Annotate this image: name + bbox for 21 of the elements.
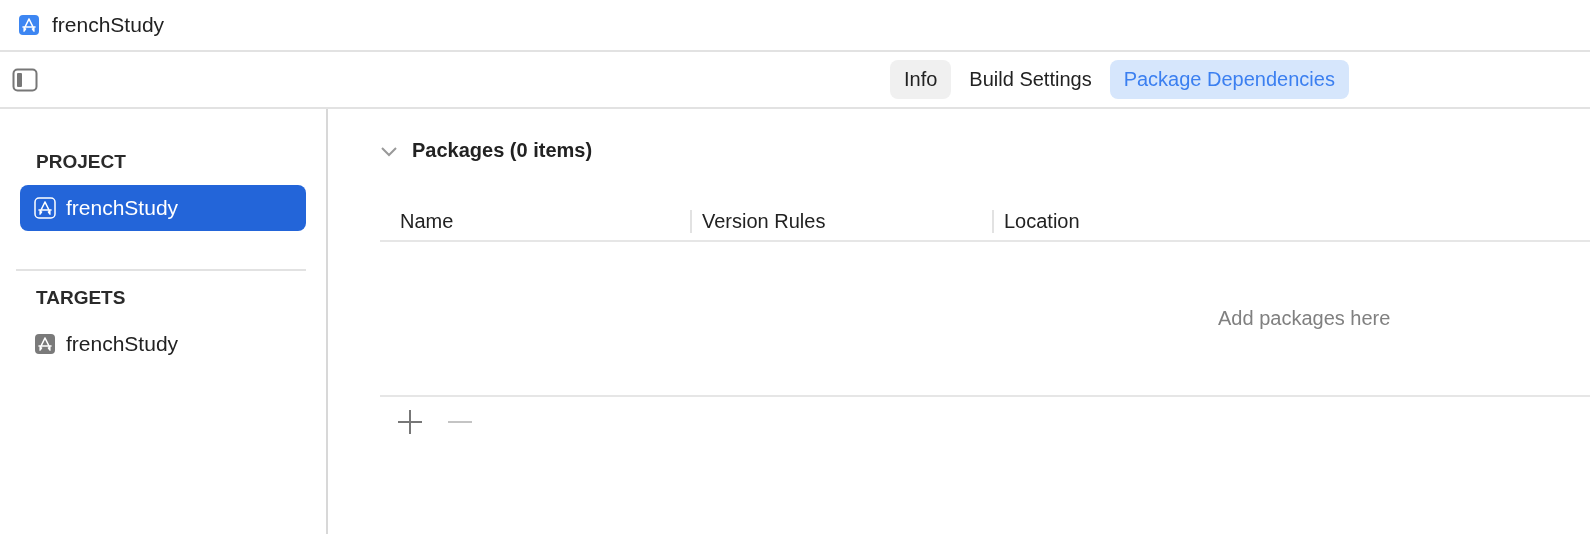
- tab[interactable]: Info: [890, 60, 952, 99]
- plus-icon: [396, 408, 424, 436]
- column-header[interactable]: Name: [380, 209, 690, 233]
- item-label: frenchStudy: [66, 196, 179, 220]
- app-icon: [34, 197, 56, 219]
- sidebar-toggle-icon[interactable]: [12, 67, 38, 92]
- app-icon: [18, 14, 40, 36]
- sidebar-item[interactable]: frenchStudy: [20, 321, 306, 367]
- item-label: frenchStudy: [66, 332, 179, 356]
- section-heading: PROJECT: [35, 151, 127, 173]
- tab[interactable]: Build Settings: [955, 60, 1106, 99]
- chevron-icon[interactable]: [380, 144, 398, 157]
- column-header[interactable]: Location: [992, 209, 1292, 233]
- app-icon: [34, 333, 56, 355]
- minus-icon: [446, 420, 474, 424]
- section-title: Packages (0 items): [412, 139, 593, 162]
- column-header[interactable]: Version Rules: [690, 209, 992, 233]
- window-title: frenchStudy: [52, 13, 165, 37]
- sidebar-item[interactable]: frenchStudy: [20, 185, 306, 231]
- empty-message: Add packages here: [1218, 307, 1391, 330]
- section-heading: TARGETS: [35, 287, 127, 309]
